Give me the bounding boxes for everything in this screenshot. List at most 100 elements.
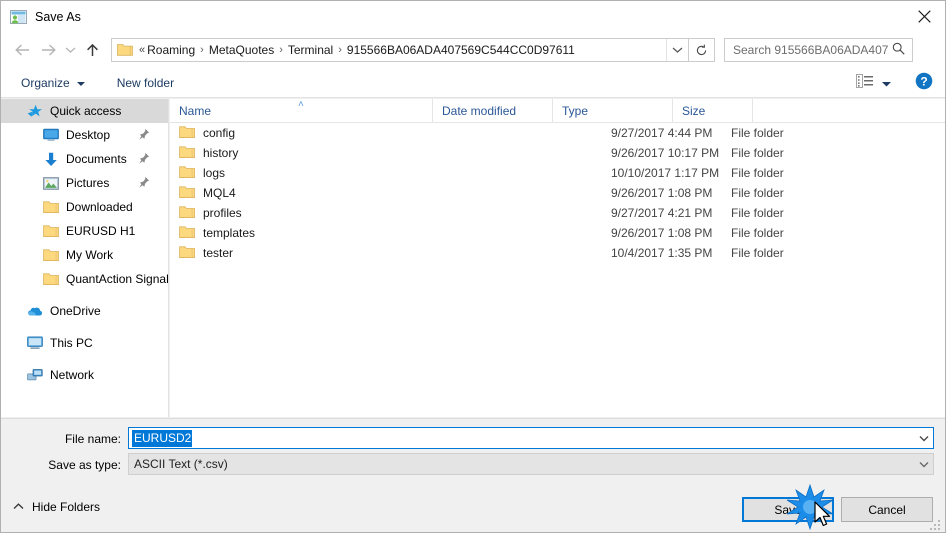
- sidebar-item-quantaction-signal[interactable]: QuantAction Signal: [1, 267, 168, 291]
- refresh-icon[interactable]: [689, 38, 715, 62]
- help-icon[interactable]: ?: [915, 72, 933, 93]
- toolbar: Organize New folder ?: [1, 68, 945, 98]
- save-button[interactable]: Save: [742, 497, 834, 522]
- file-name-cell[interactable]: templates: [179, 223, 255, 243]
- table-row[interactable]: templates 9/26/2017 1:08 PM File folder: [170, 223, 945, 243]
- file-name-text: templates: [203, 226, 256, 240]
- pictures-icon: [43, 175, 59, 191]
- save-as-type-label: Save as type:: [48, 458, 121, 472]
- save-form: File name: EURUSD2 Save as type: ASCII T…: [1, 418, 945, 490]
- pin-icon[interactable]: [138, 128, 150, 143]
- column-header-type[interactable]: Type: [553, 99, 673, 123]
- sidebar-item-downloaded[interactable]: Downloaded: [1, 195, 168, 219]
- breadcrumb-separator: ›: [279, 44, 283, 56]
- arrow-left-icon[interactable]: [9, 37, 35, 63]
- column-header-date-modified[interactable]: Date modified: [433, 99, 553, 123]
- sidebar-item-documents[interactable]: Documents: [1, 147, 168, 171]
- file-type-cell: File folder: [731, 226, 784, 240]
- chevron-up-icon: [13, 502, 24, 513]
- chevron-down-icon[interactable]: [666, 39, 688, 61]
- sidebar-item-label: Quick access: [50, 104, 122, 118]
- sidebar-item-desktop[interactable]: Desktop: [1, 123, 168, 147]
- file-name-cell[interactable]: profiles: [179, 203, 242, 223]
- table-row[interactable]: profiles 9/27/2017 4:21 PM File folder: [170, 203, 945, 223]
- folder-icon: [117, 42, 133, 59]
- new-folder-label: New folder: [116, 75, 175, 90]
- save-button-label: Save: [774, 502, 802, 517]
- sidebar-item-eurusd-h1[interactable]: EURUSD H1: [1, 219, 168, 243]
- file-list-panel[interactable]: ˄ Name Date modified Type Size config 9/27/2…: [170, 99, 945, 417]
- folder-icon: [179, 165, 195, 182]
- breadcrumb-item-roaming[interactable]: Roaming: [147, 43, 195, 57]
- file-name-field[interactable]: EURUSD2: [128, 427, 934, 449]
- svg-text:?: ?: [920, 74, 927, 88]
- column-header-name[interactable]: Name: [170, 99, 433, 123]
- breadcrumb-overflow[interactable]: «: [133, 44, 147, 56]
- breadcrumb-item-metaquotes[interactable]: MetaQuotes: [209, 43, 274, 57]
- sidebar-item-quick-access[interactable]: Quick access: [1, 99, 168, 123]
- file-name-label: File name:: [64, 432, 121, 446]
- table-row[interactable]: config 9/27/2017 4:44 PM File folder: [170, 123, 945, 143]
- search-input[interactable]: [731, 42, 891, 58]
- chevron-down-icon[interactable]: [61, 37, 79, 63]
- hide-folders-label: Hide Folders: [32, 500, 101, 514]
- pin-icon[interactable]: [138, 152, 150, 167]
- breadcrumb-item-terminal[interactable]: Terminal: [288, 43, 333, 57]
- save-as-type-value: ASCII Text (*.csv): [134, 457, 228, 471]
- list-view-icon: [856, 74, 874, 91]
- file-name-cell[interactable]: MQL4: [179, 183, 236, 203]
- sidebar-item-this-pc[interactable]: This PC: [1, 331, 168, 355]
- file-date-cell: 9/26/2017 1:08 PM: [611, 186, 713, 200]
- file-type-cell: File folder: [731, 126, 784, 140]
- file-name-cell[interactable]: history: [179, 143, 238, 163]
- folder-icon: [179, 145, 195, 162]
- arrow-up-icon[interactable]: [79, 37, 105, 63]
- save-as-icon: [10, 9, 27, 25]
- file-name-cell[interactable]: config: [179, 123, 235, 143]
- sidebar-item-label: Desktop: [66, 128, 111, 142]
- file-date-cell: 9/26/2017 10:17 PM: [611, 146, 720, 160]
- sidebar-item-label: Network: [50, 368, 95, 382]
- table-row[interactable]: history 9/26/2017 10:17 PM File folder: [170, 143, 945, 163]
- chevron-down-icon[interactable]: [914, 454, 933, 474]
- sidebar-item-onedrive[interactable]: OneDrive: [1, 299, 168, 323]
- file-type-cell: File folder: [731, 246, 784, 260]
- pin-icon[interactable]: [138, 176, 150, 191]
- arrow-right-icon[interactable]: [35, 37, 61, 63]
- sidebar-item-label: QuantAction Signal: [66, 272, 169, 286]
- table-row[interactable]: tester 10/4/2017 1:35 PM File folder: [170, 243, 945, 263]
- file-type-cell: File folder: [731, 186, 784, 200]
- breadcrumb-item-terminal-id[interactable]: 915566BA06ADA407569C544CC0D97611: [347, 43, 575, 57]
- sidebar-item-network[interactable]: Network: [1, 363, 168, 387]
- file-name-text: MQL4: [203, 186, 236, 200]
- new-folder-button[interactable]: New folder: [111, 72, 180, 94]
- table-row[interactable]: logs 10/10/2017 1:17 PM File folder: [170, 163, 945, 183]
- navigation-sidebar[interactable]: Quick access Desktop Documents Pictures Down…: [1, 99, 169, 417]
- view-mode-button[interactable]: [850, 72, 897, 94]
- resize-grip-icon[interactable]: [929, 517, 943, 531]
- hide-folders-button[interactable]: Hide Folders: [13, 500, 100, 514]
- chevron-down-icon[interactable]: [914, 428, 933, 448]
- file-type-cell: File folder: [731, 206, 784, 220]
- file-name-cell[interactable]: logs: [179, 163, 225, 183]
- cancel-button[interactable]: Cancel: [841, 497, 933, 522]
- address-bar[interactable]: « Roaming › MetaQuotes › Terminal › 9155…: [111, 38, 689, 62]
- file-name-cell[interactable]: tester: [179, 243, 233, 263]
- table-row[interactable]: MQL4 9/26/2017 1:08 PM File folder: [170, 183, 945, 203]
- save-as-type-dropdown[interactable]: ASCII Text (*.csv): [128, 453, 934, 475]
- file-date-cell: 9/27/2017 4:44 PM: [611, 126, 713, 140]
- sidebar-item-pictures[interactable]: Pictures: [1, 171, 168, 195]
- search-box[interactable]: [724, 38, 913, 62]
- organize-button[interactable]: Organize: [15, 72, 91, 94]
- column-header-size[interactable]: Size: [673, 99, 753, 123]
- breadcrumb-separator: ›: [200, 44, 204, 56]
- sidebar-item-my-work[interactable]: My Work: [1, 243, 168, 267]
- file-name-value[interactable]: EURUSD2: [132, 429, 193, 447]
- close-icon[interactable]: [901, 1, 945, 32]
- file-date-cell: 10/4/2017 1:35 PM: [611, 246, 713, 260]
- dialog-footer: Hide Folders Save Cancel: [1, 490, 945, 532]
- save-as-dialog: Save As « Roaming › MetaQuotes › Termina…: [0, 0, 946, 533]
- search-icon[interactable]: [892, 42, 905, 58]
